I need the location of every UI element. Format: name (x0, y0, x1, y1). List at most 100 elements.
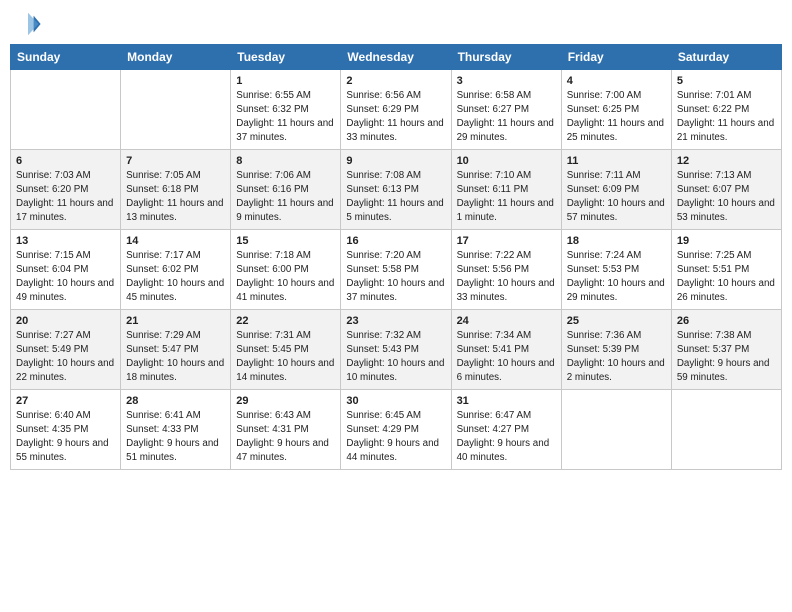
day-number: 24 (457, 314, 556, 329)
day-number: 11 (567, 154, 666, 169)
calendar-cell: 17Sunrise: 7:22 AM Sunset: 5:56 PM Dayli… (451, 230, 561, 310)
logo (14, 10, 44, 38)
day-number: 15 (236, 234, 335, 249)
day-number: 23 (346, 314, 445, 329)
calendar-cell: 7Sunrise: 7:05 AM Sunset: 6:18 PM Daylig… (121, 150, 231, 230)
calendar-cell: 19Sunrise: 7:25 AM Sunset: 5:51 PM Dayli… (671, 230, 781, 310)
day-info: Sunrise: 6:47 AM Sunset: 4:27 PM Dayligh… (457, 409, 556, 464)
calendar-cell: 10Sunrise: 7:10 AM Sunset: 6:11 PM Dayli… (451, 150, 561, 230)
calendar-cell (11, 70, 121, 150)
weekday-header: Sunday (11, 45, 121, 70)
calendar-cell: 29Sunrise: 6:43 AM Sunset: 4:31 PM Dayli… (231, 390, 341, 470)
day-number: 3 (457, 74, 556, 89)
day-number: 25 (567, 314, 666, 329)
day-info: Sunrise: 6:56 AM Sunset: 6:29 PM Dayligh… (346, 89, 445, 144)
day-info: Sunrise: 6:43 AM Sunset: 4:31 PM Dayligh… (236, 409, 335, 464)
day-number: 2 (346, 74, 445, 89)
day-info: Sunrise: 7:29 AM Sunset: 5:47 PM Dayligh… (126, 329, 225, 384)
calendar-cell: 20Sunrise: 7:27 AM Sunset: 5:49 PM Dayli… (11, 310, 121, 390)
day-info: Sunrise: 7:25 AM Sunset: 5:51 PM Dayligh… (677, 249, 776, 304)
day-number: 18 (567, 234, 666, 249)
calendar-cell: 22Sunrise: 7:31 AM Sunset: 5:45 PM Dayli… (231, 310, 341, 390)
calendar-body: 1Sunrise: 6:55 AM Sunset: 6:32 PM Daylig… (11, 70, 782, 470)
day-info: Sunrise: 7:34 AM Sunset: 5:41 PM Dayligh… (457, 329, 556, 384)
day-info: Sunrise: 7:05 AM Sunset: 6:18 PM Dayligh… (126, 169, 225, 224)
calendar-cell (561, 390, 671, 470)
day-info: Sunrise: 7:10 AM Sunset: 6:11 PM Dayligh… (457, 169, 556, 224)
day-info: Sunrise: 7:20 AM Sunset: 5:58 PM Dayligh… (346, 249, 445, 304)
calendar-cell: 2Sunrise: 6:56 AM Sunset: 6:29 PM Daylig… (341, 70, 451, 150)
weekday-header: Thursday (451, 45, 561, 70)
day-number: 19 (677, 234, 776, 249)
calendar-cell: 14Sunrise: 7:17 AM Sunset: 6:02 PM Dayli… (121, 230, 231, 310)
calendar-cell (671, 390, 781, 470)
calendar-cell: 3Sunrise: 6:58 AM Sunset: 6:27 PM Daylig… (451, 70, 561, 150)
calendar-header: SundayMondayTuesdayWednesdayThursdayFrid… (11, 45, 782, 70)
calendar-cell: 18Sunrise: 7:24 AM Sunset: 5:53 PM Dayli… (561, 230, 671, 310)
day-number: 27 (16, 394, 115, 409)
weekday-header: Friday (561, 45, 671, 70)
logo-icon (14, 10, 42, 38)
weekday-row: SundayMondayTuesdayWednesdayThursdayFrid… (11, 45, 782, 70)
calendar-cell: 28Sunrise: 6:41 AM Sunset: 4:33 PM Dayli… (121, 390, 231, 470)
day-info: Sunrise: 6:45 AM Sunset: 4:29 PM Dayligh… (346, 409, 445, 464)
day-info: Sunrise: 7:31 AM Sunset: 5:45 PM Dayligh… (236, 329, 335, 384)
weekday-header: Saturday (671, 45, 781, 70)
day-info: Sunrise: 7:15 AM Sunset: 6:04 PM Dayligh… (16, 249, 115, 304)
calendar-week-row: 27Sunrise: 6:40 AM Sunset: 4:35 PM Dayli… (11, 390, 782, 470)
day-info: Sunrise: 6:58 AM Sunset: 6:27 PM Dayligh… (457, 89, 556, 144)
day-number: 9 (346, 154, 445, 169)
weekday-header: Tuesday (231, 45, 341, 70)
day-info: Sunrise: 7:17 AM Sunset: 6:02 PM Dayligh… (126, 249, 225, 304)
day-info: Sunrise: 7:00 AM Sunset: 6:25 PM Dayligh… (567, 89, 666, 144)
day-number: 20 (16, 314, 115, 329)
day-number: 5 (677, 74, 776, 89)
day-number: 22 (236, 314, 335, 329)
day-number: 16 (346, 234, 445, 249)
calendar-cell: 31Sunrise: 6:47 AM Sunset: 4:27 PM Dayli… (451, 390, 561, 470)
day-info: Sunrise: 6:40 AM Sunset: 4:35 PM Dayligh… (16, 409, 115, 464)
calendar-cell: 15Sunrise: 7:18 AM Sunset: 6:00 PM Dayli… (231, 230, 341, 310)
calendar-cell: 16Sunrise: 7:20 AM Sunset: 5:58 PM Dayli… (341, 230, 451, 310)
day-number: 17 (457, 234, 556, 249)
day-number: 30 (346, 394, 445, 409)
calendar-cell: 5Sunrise: 7:01 AM Sunset: 6:22 PM Daylig… (671, 70, 781, 150)
day-info: Sunrise: 7:38 AM Sunset: 5:37 PM Dayligh… (677, 329, 776, 384)
day-info: Sunrise: 7:01 AM Sunset: 6:22 PM Dayligh… (677, 89, 776, 144)
calendar-table: SundayMondayTuesdayWednesdayThursdayFrid… (10, 44, 782, 470)
calendar-cell: 1Sunrise: 6:55 AM Sunset: 6:32 PM Daylig… (231, 70, 341, 150)
calendar-cell: 13Sunrise: 7:15 AM Sunset: 6:04 PM Dayli… (11, 230, 121, 310)
calendar-cell: 24Sunrise: 7:34 AM Sunset: 5:41 PM Dayli… (451, 310, 561, 390)
calendar-cell: 25Sunrise: 7:36 AM Sunset: 5:39 PM Dayli… (561, 310, 671, 390)
day-number: 29 (236, 394, 335, 409)
calendar-cell: 27Sunrise: 6:40 AM Sunset: 4:35 PM Dayli… (11, 390, 121, 470)
day-info: Sunrise: 6:55 AM Sunset: 6:32 PM Dayligh… (236, 89, 335, 144)
day-info: Sunrise: 7:27 AM Sunset: 5:49 PM Dayligh… (16, 329, 115, 384)
day-number: 21 (126, 314, 225, 329)
day-info: Sunrise: 7:36 AM Sunset: 5:39 PM Dayligh… (567, 329, 666, 384)
day-number: 28 (126, 394, 225, 409)
day-number: 8 (236, 154, 335, 169)
calendar-cell: 4Sunrise: 7:00 AM Sunset: 6:25 PM Daylig… (561, 70, 671, 150)
calendar-cell: 26Sunrise: 7:38 AM Sunset: 5:37 PM Dayli… (671, 310, 781, 390)
day-info: Sunrise: 7:06 AM Sunset: 6:16 PM Dayligh… (236, 169, 335, 224)
day-info: Sunrise: 6:41 AM Sunset: 4:33 PM Dayligh… (126, 409, 225, 464)
calendar-cell: 9Sunrise: 7:08 AM Sunset: 6:13 PM Daylig… (341, 150, 451, 230)
calendar-cell: 12Sunrise: 7:13 AM Sunset: 6:07 PM Dayli… (671, 150, 781, 230)
day-info: Sunrise: 7:24 AM Sunset: 5:53 PM Dayligh… (567, 249, 666, 304)
calendar-cell: 11Sunrise: 7:11 AM Sunset: 6:09 PM Dayli… (561, 150, 671, 230)
calendar-cell: 30Sunrise: 6:45 AM Sunset: 4:29 PM Dayli… (341, 390, 451, 470)
day-info: Sunrise: 7:32 AM Sunset: 5:43 PM Dayligh… (346, 329, 445, 384)
page-header (10, 10, 782, 38)
calendar-week-row: 13Sunrise: 7:15 AM Sunset: 6:04 PM Dayli… (11, 230, 782, 310)
day-number: 7 (126, 154, 225, 169)
calendar-cell (121, 70, 231, 150)
day-number: 12 (677, 154, 776, 169)
day-info: Sunrise: 7:03 AM Sunset: 6:20 PM Dayligh… (16, 169, 115, 224)
day-number: 13 (16, 234, 115, 249)
day-number: 14 (126, 234, 225, 249)
day-number: 6 (16, 154, 115, 169)
weekday-header: Monday (121, 45, 231, 70)
weekday-header: Wednesday (341, 45, 451, 70)
day-info: Sunrise: 7:18 AM Sunset: 6:00 PM Dayligh… (236, 249, 335, 304)
